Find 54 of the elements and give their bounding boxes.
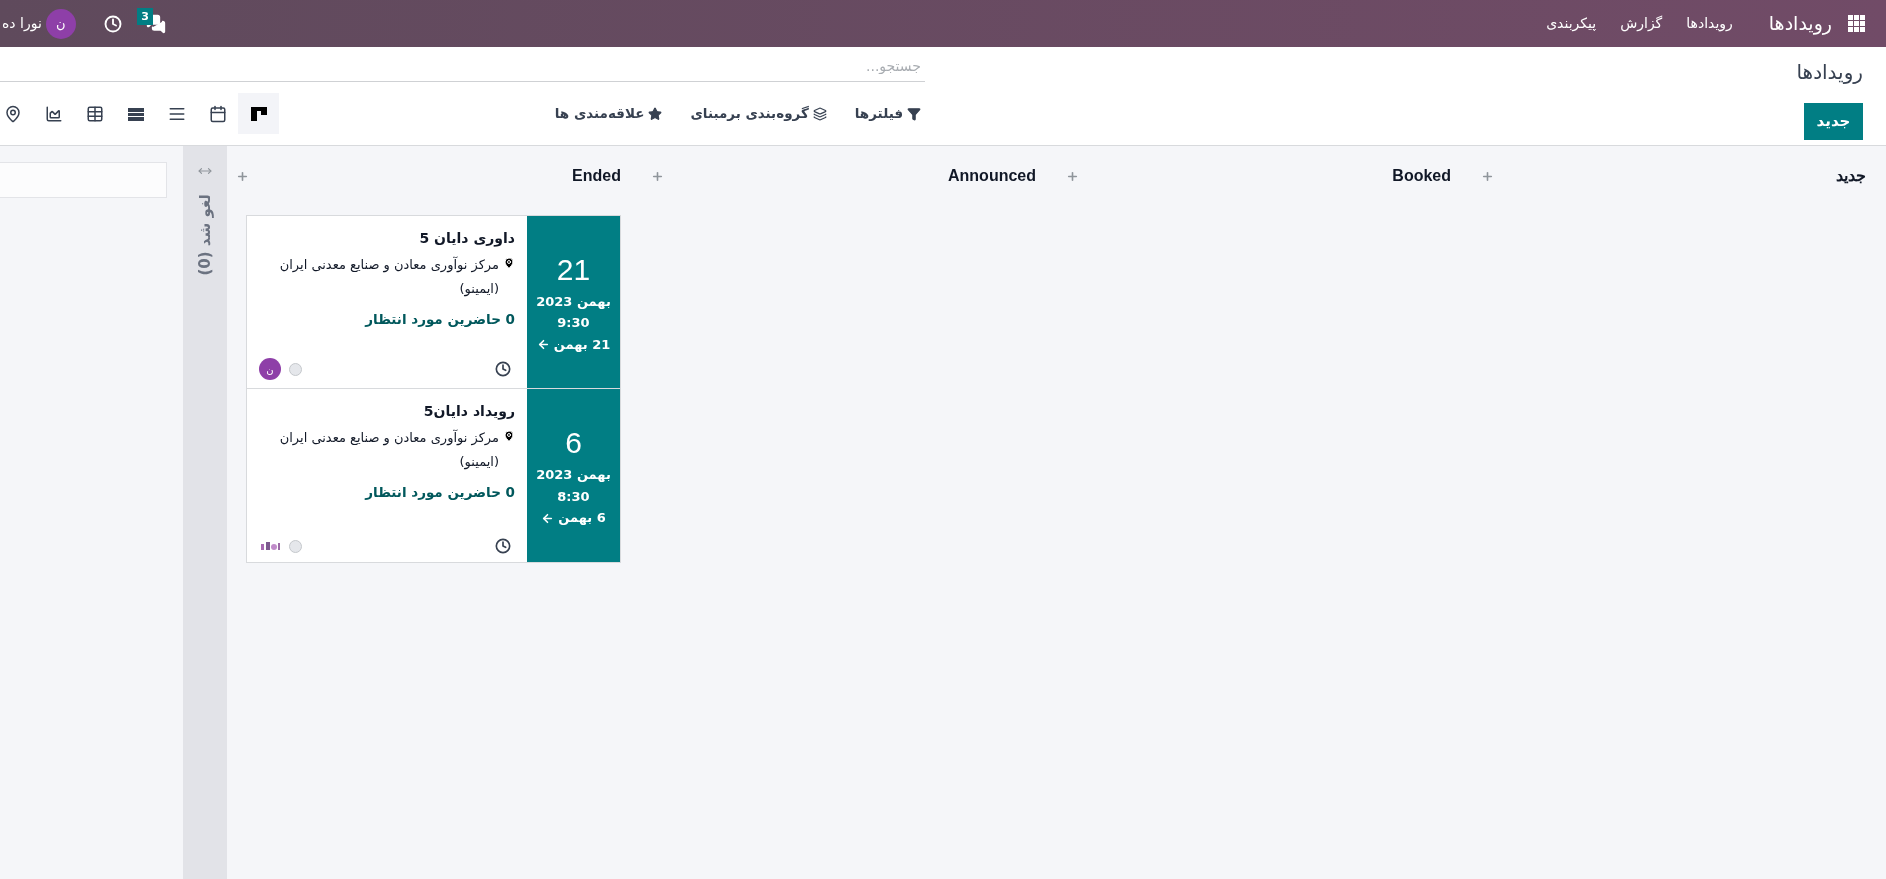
add-card-icon[interactable] xyxy=(1481,169,1494,183)
search-option-button[interactable]: فیلترها xyxy=(854,103,921,124)
map-pin-icon xyxy=(3,104,22,123)
folded-column[interactable]: لغو شد (0) xyxy=(183,146,227,879)
event-day: 6 xyxy=(565,423,582,464)
search-option-button[interactable]: گروه‌بندی برمبنای xyxy=(690,103,827,124)
area-chart-icon xyxy=(44,104,63,123)
column-title: جدید xyxy=(1836,166,1866,186)
expected-attendees: 0 حاضرین مورد انتظار xyxy=(363,310,515,329)
location-pin-icon xyxy=(503,430,515,442)
event-time: 9:30 xyxy=(557,314,590,333)
column-title: Ended xyxy=(572,166,621,186)
table-icon xyxy=(85,104,104,123)
column-title: Announced xyxy=(948,166,1036,186)
calendar-icon xyxy=(208,104,227,123)
activity-clock-icon[interactable] xyxy=(495,361,511,377)
location-pin-icon xyxy=(503,257,515,269)
menu-item[interactable]: رویدادها xyxy=(1686,13,1733,34)
apps-grid-icon[interactable] xyxy=(1848,14,1866,33)
layers-icon xyxy=(812,106,827,121)
avatar[interactable]: ن xyxy=(259,358,281,380)
event-name: رویداد دایان5 xyxy=(422,402,515,422)
column-title: Booked xyxy=(1392,166,1451,186)
event-location: مرکز نوآوری معادن و صنایع معدنی ایران (ایمینو) xyxy=(278,428,499,472)
search-option-button[interactable]: علاقه‌مندی ها xyxy=(554,103,663,124)
message-count-badge: 3 xyxy=(137,7,153,25)
event-day: 21 xyxy=(556,249,591,290)
user-avatar[interactable]: ن xyxy=(45,8,76,39)
arrow-icon xyxy=(541,511,555,525)
filter-icon xyxy=(907,106,921,121)
event-end-date: 6 بهمن xyxy=(558,509,606,528)
breadcrumb: رویدادها xyxy=(1796,59,1863,86)
app-name[interactable]: رویدادها xyxy=(1768,9,1832,38)
menu-item[interactable]: پیکربندی xyxy=(1546,13,1597,34)
event-end-date: 21 بهمن xyxy=(553,335,611,354)
add-card-icon[interactable] xyxy=(236,169,249,183)
expected-attendees: 0 حاضرین مورد انتظار xyxy=(363,483,515,502)
search-field[interactable]: جستجو... xyxy=(0,50,925,82)
kanban-icon xyxy=(249,104,268,123)
view-switch-button[interactable] xyxy=(238,93,279,134)
event-name: داوری دایان 5 xyxy=(418,229,515,249)
user-name[interactable]: نورا ده xyxy=(2,13,42,34)
star-icon xyxy=(648,106,663,121)
add-card-icon[interactable] xyxy=(1066,169,1079,183)
activity-clock-icon[interactable] xyxy=(495,538,511,554)
event-month-year: بهمن 2023 xyxy=(536,292,611,311)
event-location: مرکز نوآوری معادن و صنایع معدنی ایران (ایمینو) xyxy=(278,255,499,299)
new-button[interactable]: جدید xyxy=(1804,103,1863,140)
folded-column-title: لغو شد (0) xyxy=(194,194,215,276)
arrow-icon xyxy=(536,338,550,351)
event-time: 8:30 xyxy=(557,487,590,506)
add-card-icon[interactable] xyxy=(651,169,664,183)
menu-item[interactable]: گزارش xyxy=(1620,13,1663,34)
event-month-year: بهمن 2023 xyxy=(536,466,611,485)
